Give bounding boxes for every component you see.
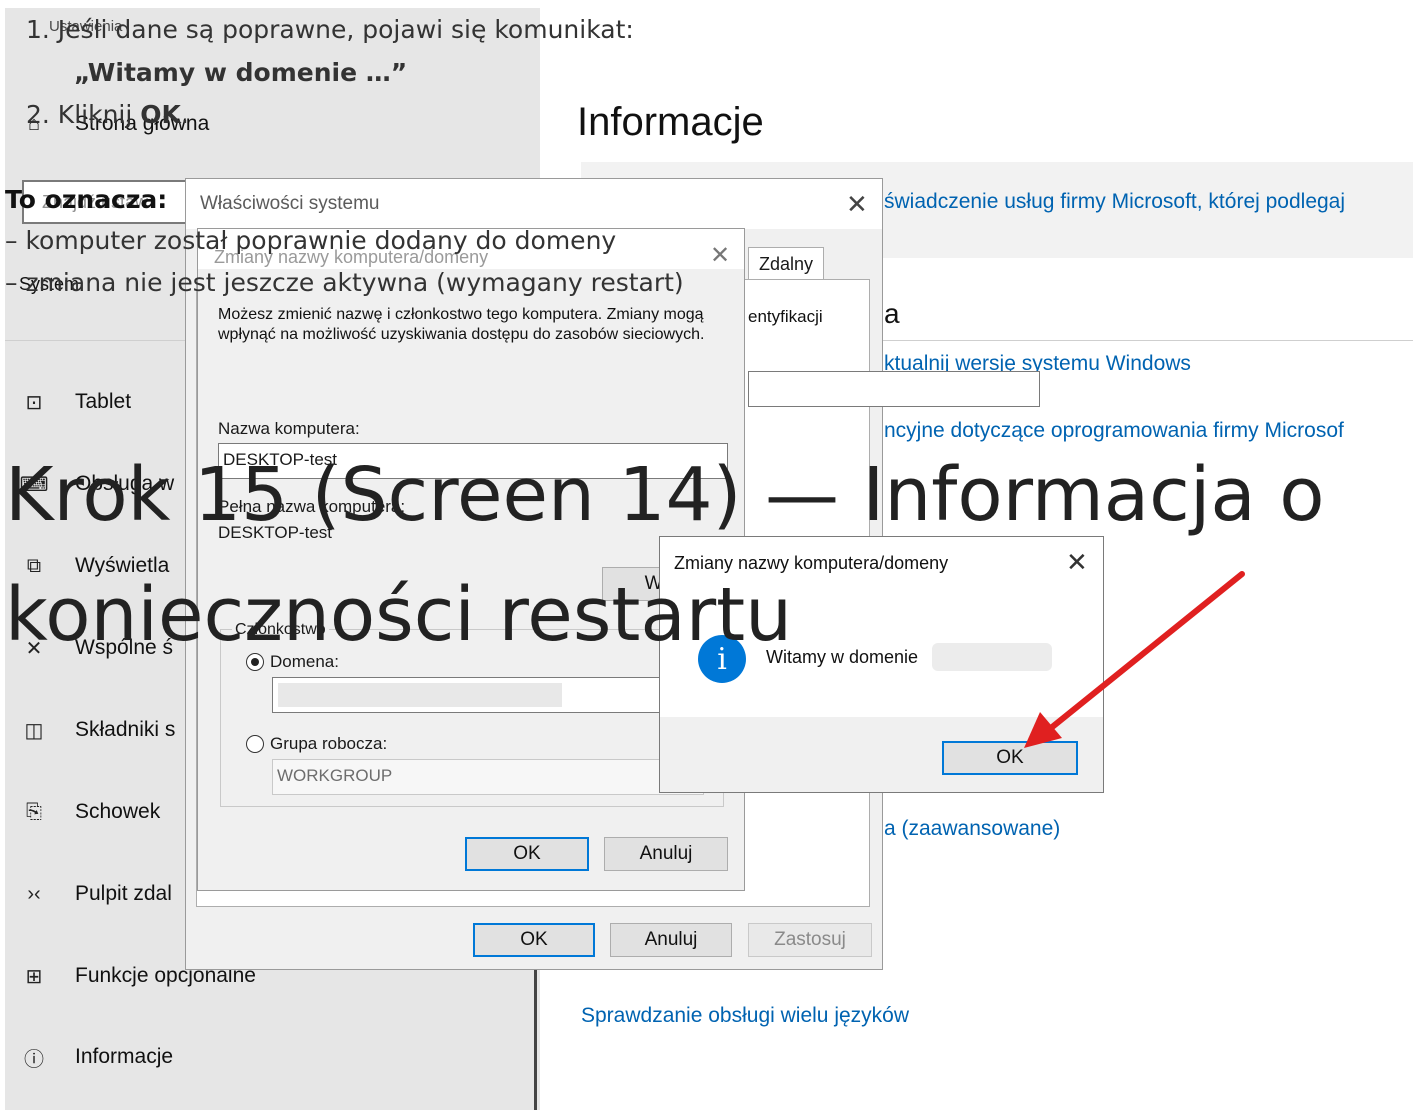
meaning-heading: To oznacza: xyxy=(5,185,168,214)
instruction-step-2: 2. Kliknij OK. xyxy=(26,100,189,129)
dialog-description: Możesz zmienić nazwę i członkostwo tego … xyxy=(218,306,705,343)
sidebar-item-tablet[interactable]: ⊡ Tablet xyxy=(19,382,131,422)
step2-bold: OK xyxy=(140,100,181,129)
instruction-step-1: 1. Jeśli dane są poprawne, pojawi się ko… xyxy=(26,15,634,44)
sidebar-item-remote-desktop[interactable]: ›‹ Pulpit zdal xyxy=(19,874,172,914)
workgroup-label: Grupa robocza: xyxy=(270,734,388,753)
step2-suffix: . xyxy=(180,100,189,129)
components-icon: ◫ xyxy=(24,719,44,742)
sidebar-item-about[interactable]: ⓘ Informacje xyxy=(19,1037,173,1077)
workgroup-radio[interactable] xyxy=(246,735,264,753)
sidebar-item-label: Tablet xyxy=(75,390,132,413)
page-title: Informacje xyxy=(577,100,764,144)
description-field[interactable] xyxy=(748,371,1040,407)
microsoft-services-link[interactable]: świadczenie usług firmy Microsoft, które… xyxy=(884,190,1345,214)
sidebar-item-clipboard[interactable]: ⎘ Schowek xyxy=(19,792,160,832)
info-icon: ⓘ xyxy=(24,1048,44,1071)
clipboard-icon: ⎘ xyxy=(26,800,42,823)
instruction-quote: „Witamy w domenie …” xyxy=(74,58,408,87)
sidebar-item-label: Pulpit zdal xyxy=(75,882,172,905)
blurred-domain-value xyxy=(278,683,562,707)
sidebar-item-label: Schowek xyxy=(75,800,161,823)
dialog-title: Właściwości systemu xyxy=(200,193,380,214)
step-headline: Krok 15 (Screen 14) — Informacja o konie… xyxy=(5,452,1325,658)
cancel-button[interactable]: Anuluj xyxy=(604,837,728,871)
meaning-bullet-2: – zmiana nie jest jeszcze aktywna (wymag… xyxy=(5,268,684,297)
close-icon[interactable]: ✕ xyxy=(846,189,868,220)
meaning-bullet-1: – komputer został poprawnie dodany do do… xyxy=(5,226,617,255)
optional-features-icon: ⊞ xyxy=(25,965,43,988)
step2-prefix: 2. Kliknij xyxy=(26,100,141,129)
apply-button: Zastosuj xyxy=(748,923,872,957)
workgroup-input: WORKGROUP xyxy=(272,759,704,795)
tab-remote[interactable]: Zdalny xyxy=(748,247,824,280)
sidebar-item-label: Składniki s xyxy=(75,718,176,741)
close-icon[interactable]: ✕ xyxy=(710,241,730,270)
identification-text: entyfikacji xyxy=(748,307,823,326)
ok-button[interactable]: OK xyxy=(473,923,595,957)
sidebar-item-label: Informacje xyxy=(75,1045,174,1068)
advanced-settings-link[interactable]: a (zaawansowane) xyxy=(884,817,1060,841)
multilingual-link[interactable]: Sprawdzanie obsługi wielu języków xyxy=(581,1004,909,1028)
sidebar-item-components[interactable]: ◫ Składniki s xyxy=(19,710,176,750)
cancel-button[interactable]: Anuluj xyxy=(610,923,732,957)
ok-button[interactable]: OK xyxy=(465,837,589,871)
remote-desktop-icon: ›‹ xyxy=(27,882,41,905)
section-heading: a xyxy=(884,298,900,329)
tablet-icon: ⊡ xyxy=(25,391,43,414)
